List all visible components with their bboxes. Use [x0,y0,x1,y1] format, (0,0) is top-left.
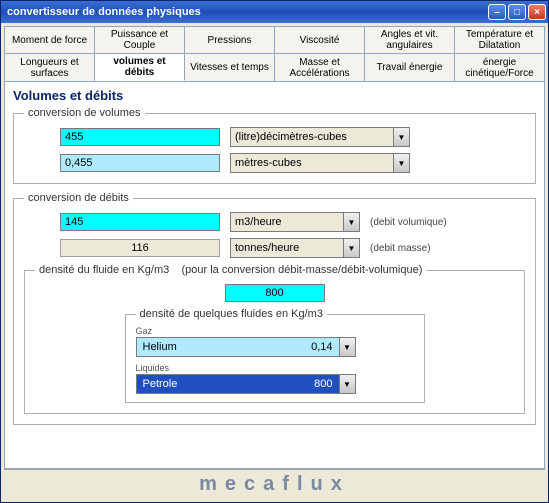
chevron-down-icon[interactable]: ▼ [339,375,355,393]
liq-name: Petrole [143,378,178,390]
chevron-down-icon[interactable]: ▼ [339,338,355,356]
tab-moment-force[interactable]: Moment de force [4,26,95,53]
gas-combo[interactable]: Helium 0,14 ▼ [136,337,356,357]
debits-group: conversion de débits m3/heure ▼ (debit v… [13,192,536,425]
fluids-group: densité de quelques fluides en Kg/m3 Gaz… [125,308,425,403]
window-title: convertisseur de données physiques [7,6,488,18]
tabs-row-1: Moment de force Puissance et Couple Pres… [4,26,545,53]
tab-longueurs[interactable]: Longueurs et surfaces [4,53,95,81]
volume-output[interactable] [60,154,220,172]
liq-label: Liquides [136,363,414,373]
debit-mass-side: (debit masse) [370,243,431,254]
volume-input[interactable] [60,128,220,146]
tab-puissance-couple[interactable]: Puissance et Couple [95,26,185,53]
tab-pressions[interactable]: Pressions [185,26,275,53]
density-input[interactable] [225,284,325,302]
panel-title: Volumes et débits [13,88,536,103]
close-button[interactable]: × [528,4,546,20]
tab-angles[interactable]: Angles et vit. angulaires [365,26,455,53]
maximize-button[interactable]: □ [508,4,526,20]
app-window: convertisseur de données physiques – □ ×… [0,0,549,503]
window-controls: – □ × [488,4,546,20]
tab-panel: Volumes et débits conversion de volumes … [4,81,545,469]
chevron-down-icon[interactable]: ▼ [393,128,409,146]
tab-travail[interactable]: Travail énergie [365,53,455,81]
gas-combo-text: Helium 0,14 [137,338,339,356]
fluids-legend: densité de quelques fluides en Kg/m3 [136,308,327,320]
density-legend: densité du fluide en Kg/m3 (pour la conv… [35,264,426,276]
gas-name: Helium [143,341,177,353]
tab-energie-cinetique[interactable]: énergie cinétique/Force [455,53,545,81]
debit-mass-unit-combo[interactable]: tonnes/heure ▼ [230,238,360,258]
gas-label: Gaz [136,326,414,336]
volume-input-unit-combo[interactable]: (litre)décimètres-cubes ▼ [230,127,410,147]
tab-temperature[interactable]: Température et Dilatation [455,26,545,53]
debit-mass-unit: tonnes/heure [231,239,343,257]
tabs-row-2: Longueurs et surfaces volumes et débits … [4,53,545,81]
debit-vol-unit-combo[interactable]: m3/heure ▼ [230,212,360,232]
debit-vol-unit: m3/heure [231,213,343,231]
volumes-group: conversion de volumes (litre)décimètres-… [13,107,536,184]
chevron-down-icon[interactable]: ▼ [343,239,359,257]
volume-input-unit: (litre)décimètres-cubes [231,128,393,146]
liq-combo-text: Petrole 800 [137,375,339,393]
tab-volumes-debits[interactable]: volumes et débits [95,53,185,81]
liq-density: 800 [314,378,332,390]
chevron-down-icon[interactable]: ▼ [393,154,409,172]
client-area: Moment de force Puissance et Couple Pres… [1,23,548,502]
density-group: densité du fluide en Kg/m3 (pour la conv… [24,264,525,414]
title-bar: convertisseur de données physiques – □ × [1,1,548,23]
chevron-down-icon[interactable]: ▼ [343,213,359,231]
tab-viscosite[interactable]: Viscosité [275,26,365,53]
liq-combo[interactable]: Petrole 800 ▼ [136,374,356,394]
debit-vol-input[interactable] [60,213,220,231]
tab-vitesses[interactable]: Vitesses et temps [185,53,275,81]
volume-output-unit: mètres-cubes [231,154,393,172]
debit-vol-side: (debit volumique) [370,217,447,228]
volume-output-unit-combo[interactable]: mètres-cubes ▼ [230,153,410,173]
density-note: (pour la conversion débit-masse/débit-vo… [182,264,423,276]
density-legend-text: densité du fluide en Kg/m3 [39,264,169,276]
debit-mass-output: 116 [60,239,220,257]
gas-density: 0,14 [311,341,332,353]
volumes-legend: conversion de volumes [24,107,145,119]
tab-masse[interactable]: Masse et Accélérations [275,53,365,81]
minimize-button[interactable]: – [488,4,506,20]
footer-brand: mecaflux [4,469,545,499]
debits-legend: conversion de débits [24,192,133,204]
